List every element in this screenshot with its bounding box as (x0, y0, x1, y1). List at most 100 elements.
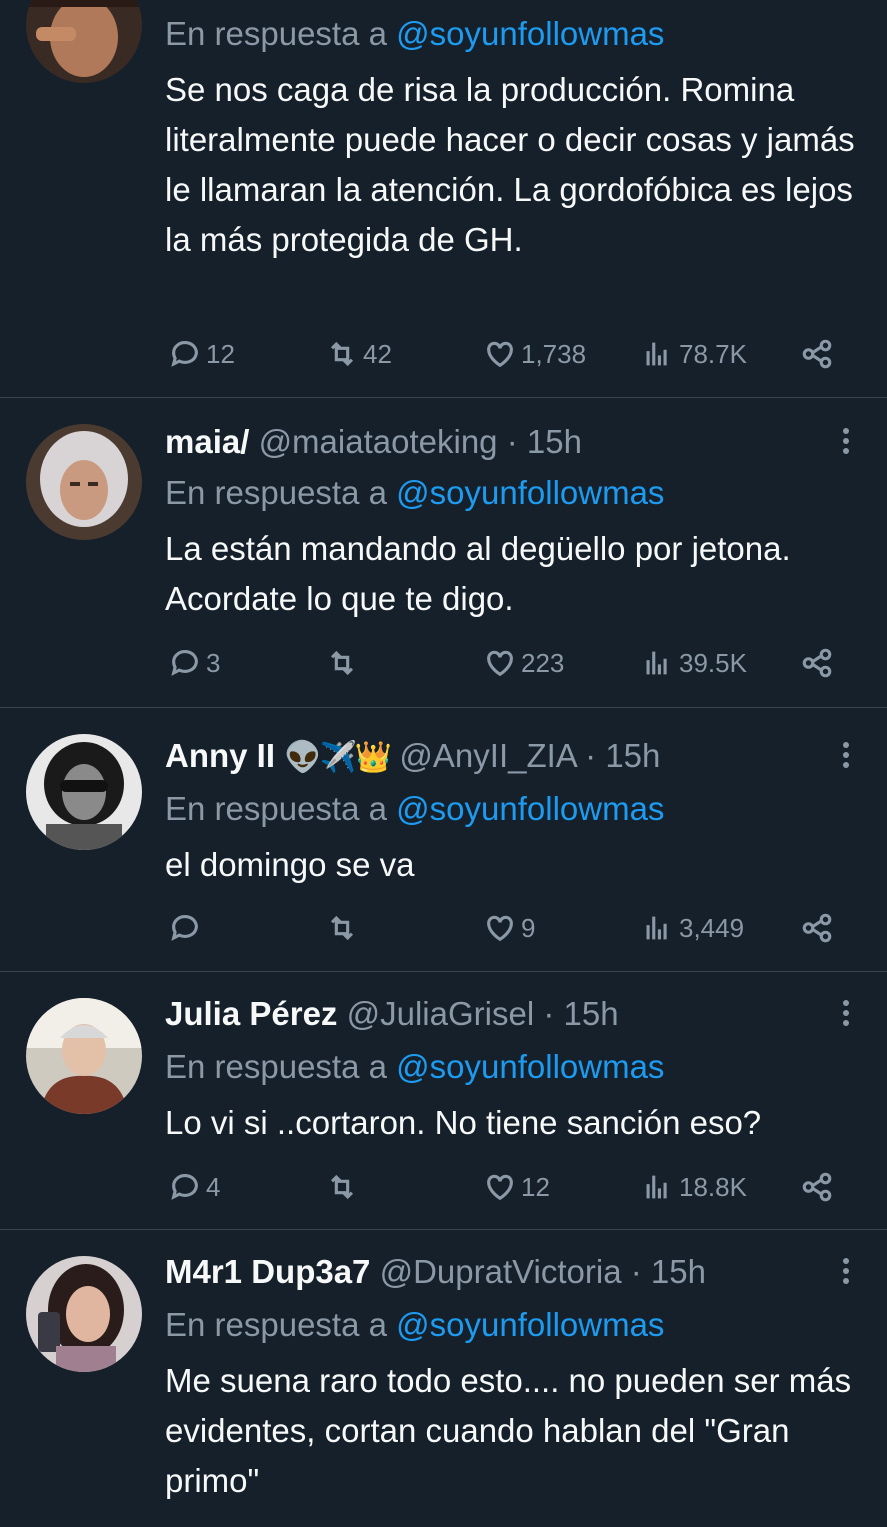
like-button[interactable]: 223 (483, 643, 564, 683)
reply-mention-link[interactable]: @soyunfollowmas (396, 1048, 664, 1085)
display-name[interactable]: Julia Pérez (165, 995, 337, 1032)
more-options-icon[interactable] (843, 428, 853, 458)
action-bar: 9 3,449 (0, 908, 887, 948)
views-button[interactable]: 3,449 (641, 908, 744, 948)
user-handle[interactable]: @DupratVictoria (380, 1253, 622, 1290)
tweet-header: Anny II 👽✈️👑 @AnyII_ZIA · 15h (165, 734, 660, 780)
share-button[interactable] (800, 908, 834, 948)
reply-count: 4 (206, 1171, 221, 1202)
reply-icon (171, 650, 198, 676)
share-button[interactable] (800, 643, 834, 683)
display-name[interactable]: Anny II (165, 737, 275, 774)
avatar[interactable] (26, 998, 142, 1114)
like-button[interactable]: 12 (483, 1167, 550, 1207)
reply-prefix: En respuesta a (165, 474, 387, 511)
share-button[interactable] (800, 334, 834, 374)
tweet-text: Me suena raro todo esto.... no pueden se… (165, 1362, 852, 1499)
views-icon (646, 916, 667, 940)
timestamp[interactable]: · 15h (543, 995, 618, 1032)
views-button[interactable]: 18.8K (641, 1167, 747, 1207)
avatar[interactable] (26, 1256, 142, 1372)
like-count: 1,738 (521, 338, 587, 369)
like-icon (487, 341, 513, 368)
share-icon (802, 648, 832, 678)
reply-context: En respuesta a @soyunfollowmas (165, 471, 664, 515)
reply-mention-link[interactable]: @soyunfollowmas (396, 474, 664, 511)
timestamp[interactable]: · 15h (507, 423, 582, 460)
retweet-button[interactable] (325, 643, 363, 683)
like-count: 9 (521, 912, 536, 943)
reply-mention-link[interactable]: @soyunfollowmas (396, 1306, 664, 1343)
views-icon (646, 1175, 667, 1199)
tweet[interactable]: Julia Pérez @JuliaGrisel · 15h En respue… (0, 972, 887, 1230)
like-button[interactable]: 9 (483, 908, 535, 948)
reply-icon (171, 341, 198, 367)
tweet[interactable]: M4r1 Dup3a7 @DupratVictoria · 15h En res… (0, 1230, 887, 1527)
like-icon (487, 650, 513, 677)
reply-context: En respuesta a @soyunfollowmas (165, 1045, 664, 1089)
tweet[interactable]: maia/ @maiataoteking · 15h En respuesta … (0, 398, 887, 708)
reply-button[interactable]: 4 (168, 1167, 220, 1207)
tweet-text: el domingo se va (165, 846, 415, 883)
user-handle[interactable]: @AnyII_ZIA (399, 737, 576, 774)
views-icon (646, 342, 667, 366)
reply-icon (171, 915, 198, 941)
like-count: 12 (521, 1171, 550, 1202)
retweet-icon (330, 1174, 354, 1200)
display-name[interactable]: maia/ (165, 423, 249, 460)
tweet-text: La están mandando al degüello por jetona… (165, 530, 791, 617)
display-name[interactable]: M4r1 Dup3a7 (165, 1253, 370, 1290)
retweet-button[interactable] (325, 1167, 363, 1207)
reply-icon (171, 1174, 198, 1200)
avatar[interactable] (26, 424, 142, 540)
retweet-icon (330, 650, 354, 676)
action-bar: 4 12 18.8K (0, 1167, 887, 1207)
reply-prefix: En respuesta a (165, 15, 387, 52)
share-icon (802, 913, 832, 943)
retweet-button[interactable] (325, 908, 363, 948)
views-button[interactable]: 78.7K (641, 334, 747, 374)
timestamp[interactable]: · 15h (631, 1253, 706, 1290)
retweet-button[interactable]: 42 (325, 334, 392, 374)
views-count: 78.7K (679, 338, 747, 369)
tweet[interactable]: En respuesta a @soyunfollowmas Se nos ca… (0, 0, 887, 398)
reply-prefix: En respuesta a (165, 1048, 387, 1085)
retweet-count: 42 (363, 338, 392, 369)
reply-count: 12 (206, 338, 235, 369)
user-handle[interactable]: @JuliaGrisel (347, 995, 535, 1032)
reply-mention-link[interactable]: @soyunfollowmas (396, 15, 664, 52)
action-bar: 12 42 1,738 78.7K (0, 334, 887, 374)
reply-context: En respuesta a @soyunfollowmas (165, 1303, 664, 1347)
like-count: 223 (521, 647, 565, 678)
like-icon (487, 915, 513, 942)
views-count: 39.5K (679, 647, 747, 678)
tweet-text: Lo vi si ..cortaron. No tiene sanción es… (165, 1104, 762, 1141)
reply-mention-link[interactable]: @soyunfollowmas (396, 790, 664, 827)
tweet-header: Julia Pérez @JuliaGrisel · 15h (165, 992, 619, 1036)
tweet-header: M4r1 Dup3a7 @DupratVictoria · 15h (165, 1250, 706, 1294)
more-options-icon[interactable] (843, 1258, 853, 1288)
retweet-icon (330, 341, 354, 367)
share-icon (802, 339, 832, 369)
share-button[interactable] (800, 1167, 834, 1207)
reply-button[interactable]: 12 (168, 334, 235, 374)
views-count: 18.8K (679, 1171, 747, 1202)
avatar[interactable] (26, 734, 142, 850)
avatar[interactable] (26, 0, 142, 83)
reply-count: 3 (206, 647, 221, 678)
reply-button[interactable] (168, 908, 206, 948)
like-button[interactable]: 1,738 (483, 334, 586, 374)
more-options-icon[interactable] (843, 1000, 853, 1030)
reply-context: En respuesta a @soyunfollowmas (165, 787, 664, 831)
action-bar: 3 223 39.5K (0, 643, 887, 683)
retweet-icon (330, 915, 354, 941)
tweet[interactable]: Anny II 👽✈️👑 @AnyII_ZIA · 15h En respues… (0, 708, 887, 972)
like-icon (487, 1174, 513, 1201)
timestamp[interactable]: · 15h (585, 737, 660, 774)
more-options-icon[interactable] (843, 742, 853, 772)
views-button[interactable]: 39.5K (641, 643, 747, 683)
reply-context: En respuesta a @soyunfollowmas (165, 12, 664, 56)
reply-button[interactable]: 3 (168, 643, 220, 683)
user-handle[interactable]: @maiataoteking (259, 423, 498, 460)
views-count: 3,449 (679, 912, 745, 943)
